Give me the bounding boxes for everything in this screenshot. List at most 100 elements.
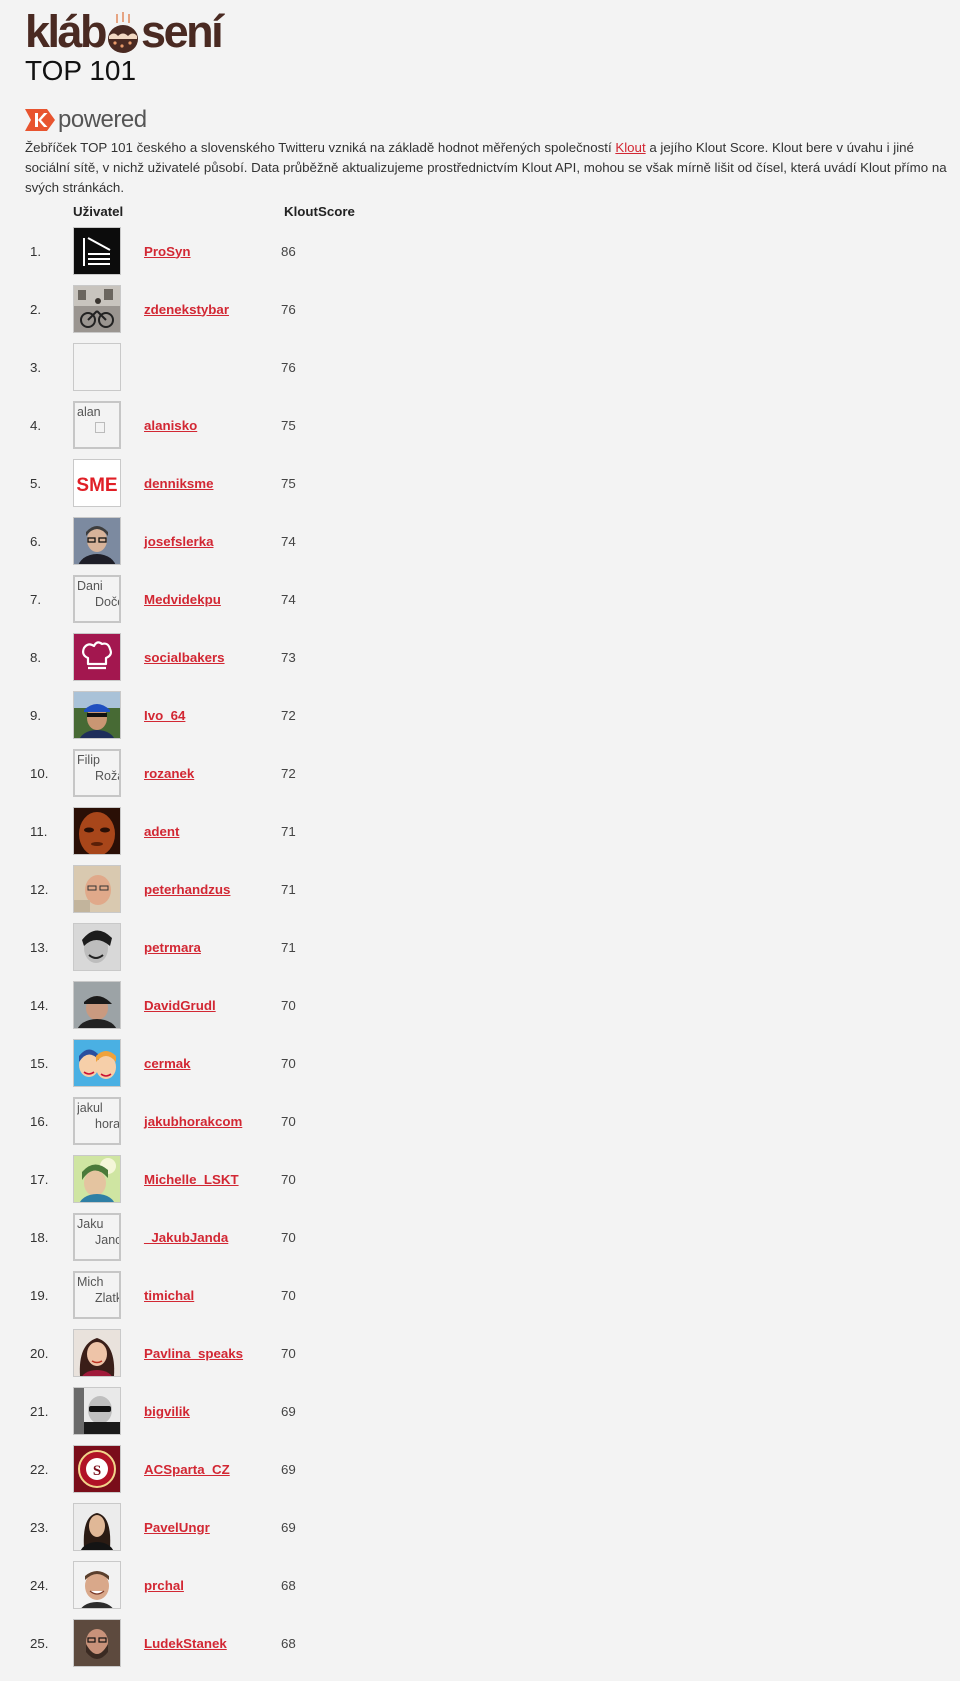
username-link[interactable]: jakubhorakcom [144, 1114, 281, 1129]
user-avatar[interactable] [73, 227, 121, 275]
username-link[interactable]: ACSparta_CZ [144, 1462, 281, 1477]
alt-text-line: Janc [95, 1233, 119, 1247]
alt-text-line: Jaku [77, 1217, 104, 1231]
user-avatar[interactable] [73, 285, 121, 333]
user-avatar[interactable]: alan [73, 401, 121, 449]
username-link[interactable]: denniksme [144, 476, 281, 491]
username-link[interactable]: alanisko [144, 418, 281, 433]
klout-score: 86 [281, 243, 296, 259]
user-avatar[interactable] [73, 343, 121, 391]
username-link[interactable]: Pavlina_speaks [144, 1346, 281, 1361]
rank-number: 20. [30, 1345, 49, 1361]
table-row: 7. Dani Doče Medvidekpu74 [25, 570, 960, 628]
alt-text-line: Doče [95, 595, 119, 609]
user-avatar[interactable] [73, 1561, 121, 1609]
user-avatar[interactable]: SME [73, 459, 121, 507]
broken-image-alt: Dani Doče [77, 578, 119, 610]
username-link[interactable]: zdenekstybar [144, 302, 281, 317]
page: kláb sení TOP 101 powered Žebříček TOP 1… [0, 0, 960, 1681]
klout-score: 72 [281, 707, 296, 723]
column-header-user: Uživatel [73, 203, 124, 219]
table-row: 23. PavelUngr 69 [25, 1498, 960, 1556]
user-avatar[interactable] [73, 1155, 121, 1203]
user-avatar[interactable] [73, 633, 121, 681]
username-link[interactable]: socialbakers [144, 650, 281, 665]
rank-number: 12. [30, 881, 49, 897]
table-row: 8. socialbakers 73 [25, 628, 960, 686]
klout-score: 72 [281, 765, 296, 781]
rank-number: 8. [30, 649, 42, 665]
username-link[interactable]: cermak [144, 1056, 281, 1071]
rank-number: 3. [30, 359, 42, 375]
table-row: 2. zdenekstybar 76 [25, 280, 960, 338]
username-link[interactable]: peterhandzus [144, 882, 281, 897]
table-row: 6. josefslerka 74 [25, 512, 960, 570]
klout-score: 74 [281, 591, 296, 607]
broken-image-icon [95, 422, 105, 433]
rank-number: 21. [30, 1403, 49, 1419]
klout-score: 76 [281, 301, 296, 317]
klout-score: 70 [281, 1055, 296, 1071]
klout-powered-badge: powered [25, 106, 960, 133]
site-logo[interactable]: kláb sení [25, 9, 960, 54]
klout-score: 71 [281, 823, 296, 839]
user-avatar[interactable] [73, 1503, 121, 1551]
klout-score: 71 [281, 881, 296, 897]
username-link[interactable]: LudekStanek [144, 1636, 281, 1651]
table-row: 17. Michelle_LSKT 70 [25, 1150, 960, 1208]
cake-icon [106, 10, 140, 54]
user-avatar[interactable] [73, 1619, 121, 1667]
username-link[interactable]: josefslerka [144, 534, 281, 549]
table-row: 22. S ACSparta_CZ 69 [25, 1440, 960, 1498]
table-row: 20. Pavlina_speaks 70 [25, 1324, 960, 1382]
user-avatar[interactable] [73, 1329, 121, 1377]
user-avatar[interactable] [73, 1387, 121, 1435]
username-link[interactable]: DavidGrudl [144, 998, 281, 1013]
ranking-table: 1. ProSyn 86 2. zdenekstybar 76 3. 76 4. alan alan… [25, 222, 960, 1672]
username-link[interactable]: Michelle_LSKT [144, 1172, 281, 1187]
table-row: 19. Mich Zlatk timichal70 [25, 1266, 960, 1324]
username-link[interactable]: Medvidekpu [144, 592, 281, 607]
rank-number: 2. [30, 301, 42, 317]
rank-number: 11. [30, 823, 48, 839]
user-avatar[interactable]: Dani Doče [73, 575, 121, 623]
klout-link[interactable]: Klout [615, 140, 645, 155]
username-link[interactable]: Ivo_64 [144, 708, 281, 723]
alt-text-line: Roža [95, 769, 119, 783]
user-avatar[interactable] [73, 807, 121, 855]
table-row: 10. Filip Roža rozanek72 [25, 744, 960, 802]
alt-text-line: Filip [77, 753, 100, 767]
rank-number: 19. [30, 1287, 49, 1303]
user-avatar[interactable] [73, 691, 121, 739]
ranking-table-header: Uživatel KloutScore [25, 200, 960, 222]
username-link[interactable]: bigvilik [144, 1404, 281, 1419]
user-avatar[interactable]: Filip Roža [73, 749, 121, 797]
username-link[interactable]: ProSyn [144, 244, 281, 259]
rank-number: 15. [30, 1055, 49, 1071]
klout-score: 68 [281, 1577, 296, 1593]
user-avatar[interactable] [73, 1039, 121, 1087]
username-link[interactable]: rozanek [144, 766, 281, 781]
username-link[interactable]: adent [144, 824, 281, 839]
user-avatar[interactable] [73, 981, 121, 1029]
username-link[interactable]: PavelUngr [144, 1520, 281, 1535]
klout-score: 70 [281, 997, 296, 1013]
table-row: 14. DavidGrudl 70 [25, 976, 960, 1034]
user-avatar[interactable]: jakul hora [73, 1097, 121, 1145]
rank-number: 23. [30, 1519, 49, 1535]
rank-number: 9. [30, 707, 42, 723]
rank-number: 1. [30, 243, 42, 259]
user-avatar[interactable] [73, 865, 121, 913]
user-avatar[interactable]: S [73, 1445, 121, 1493]
klout-score: 69 [281, 1461, 296, 1477]
user-avatar[interactable] [73, 923, 121, 971]
user-avatar[interactable] [73, 517, 121, 565]
table-row: 12. peterhandzus 71 [25, 860, 960, 918]
username-link[interactable]: petrmara [144, 940, 281, 955]
username-link[interactable]: prchal [144, 1578, 281, 1593]
username-link[interactable]: _JakubJanda [144, 1230, 281, 1245]
rank-number: 18. [30, 1229, 49, 1245]
user-avatar[interactable]: Mich Zlatk [73, 1271, 121, 1319]
username-link[interactable]: timichal [144, 1288, 281, 1303]
user-avatar[interactable]: Jaku Janc [73, 1213, 121, 1261]
